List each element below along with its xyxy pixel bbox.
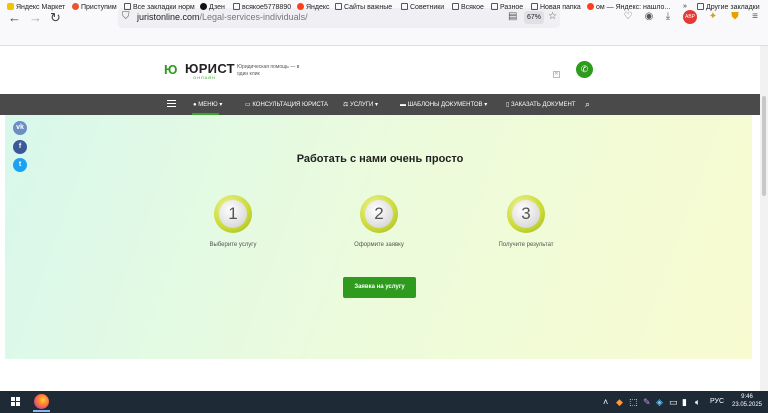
step-1-badge: 1 <box>214 195 252 233</box>
step-2-label: Оформите заявку <box>354 242 404 248</box>
logo-text[interactable]: ЮРИСТ <box>185 61 235 76</box>
bookmark-item[interactable]: Разное <box>491 3 523 11</box>
url-path: /Legal-services-individuals/ <box>199 12 308 22</box>
tray-display-icon[interactable]: ▭ <box>669 397 678 408</box>
menu-icon[interactable]: ≡ <box>748 10 762 24</box>
windows-start-icon[interactable] <box>11 397 20 406</box>
back-icon[interactable]: ← <box>8 10 21 26</box>
site-header <box>0 46 760 94</box>
firefox-icon[interactable] <box>34 394 49 409</box>
bookmarks-bar <box>0 30 768 46</box>
nav-services[interactable]: ⚖ УСЛУГИ ▾ <box>343 101 378 108</box>
volume-icon[interactable]: 🔈︎ <box>695 397 700 408</box>
tagline: Юридическая помощь — в один клик <box>237 64 300 77</box>
step-1-label: Выберите услугу <box>209 242 257 248</box>
reload-icon[interactable]: ↻ <box>50 10 61 26</box>
bookmark-item[interactable]: Всякое <box>452 3 484 11</box>
bookmark-item[interactable]: Яндекс <box>297 3 330 11</box>
nav-consultation[interactable]: ▭ КОНСУЛЬТАЦИЯ ЮРИСТА <box>245 101 328 108</box>
facebook-icon[interactable]: f <box>13 140 27 154</box>
battery-icon[interactable]: ▮ <box>682 397 687 408</box>
bookmark-item[interactable]: Советники <box>401 3 444 11</box>
nav-menu[interactable]: ● МЕНЮ ▾ <box>193 101 222 108</box>
bookmark-item[interactable]: Новая папка <box>531 3 581 11</box>
step-2-badge: 2 <box>360 195 398 233</box>
reader-view-icon[interactable]: ▤ <box>508 11 517 22</box>
ad-close-icon[interactable]: ✕ <box>553 71 560 78</box>
phone-icon[interactable]: ✆ <box>576 61 593 78</box>
downloads-icon[interactable]: ⤓ <box>661 10 675 24</box>
bookmark-item[interactable]: Яндекс Маркет <box>7 3 65 11</box>
extension-icon[interactable]: ✦ <box>706 10 720 24</box>
bookmark-item[interactable]: Дзен <box>200 3 225 11</box>
bookmark-item[interactable]: Все закладки норм <box>124 3 195 11</box>
other-bookmarks[interactable]: Другие закладки <box>697 3 760 11</box>
tray-app-icon[interactable]: ◆ <box>616 397 623 408</box>
adblock-icon[interactable]: ABP <box>683 10 697 24</box>
step-3-badge: 3 <box>507 195 545 233</box>
bookmark-star-icon[interactable]: ☆ <box>548 11 557 22</box>
step-number: 1 <box>219 200 247 228</box>
tray-expand-icon[interactable]: ˄ <box>603 397 608 407</box>
bookmark-item[interactable]: Сайты важные <box>335 3 392 11</box>
scrollbar-thumb[interactable] <box>762 96 766 196</box>
search-icon[interactable]: ⌕ <box>585 99 590 110</box>
tray-app2-icon[interactable]: ◈ <box>656 397 663 408</box>
shield-icon[interactable]: ⛉ <box>122 11 130 22</box>
steps-section <box>5 115 752 359</box>
bookmark-item[interactable]: ом — Яндекс: нашло... <box>587 3 670 11</box>
main-nav <box>0 94 760 115</box>
language-indicator[interactable]: РУС <box>710 398 724 405</box>
bookmark-item[interactable]: Приступим <box>72 3 117 11</box>
clock[interactable]: 9:46 23.05.2025 <box>731 393 763 409</box>
step-number: 3 <box>512 200 540 228</box>
nav-templates[interactable]: ▬ ШАБЛОНЫ ДОКУМЕНТОВ ▾ <box>400 101 487 108</box>
tray-pen-icon[interactable]: ✎ <box>643 397 651 408</box>
request-service-button[interactable]: Заявка на услугу <box>343 277 416 298</box>
clock-time: 9:46 <box>741 394 753 400</box>
bookmark-item[interactable]: всякое5778890 <box>233 3 291 11</box>
active-app-indicator <box>33 410 50 412</box>
clock-date: 23.05.2025 <box>731 402 763 408</box>
bookmarks-overflow[interactable]: » <box>683 3 687 10</box>
step-3-label: Получите результат <box>498 242 554 248</box>
page-scrollbar[interactable] <box>760 46 768 391</box>
shield-extension-icon[interactable]: ⛊ <box>728 10 742 24</box>
taskbar <box>0 391 768 413</box>
logo-mark[interactable]: Ю <box>164 62 177 77</box>
pocket-icon[interactable]: ♡ <box>621 10 635 24</box>
nav-order-document[interactable]: ▯ ЗАКАЗАТЬ ДОКУМЕНТ <box>506 101 576 108</box>
vk-icon[interactable]: vk <box>13 121 27 135</box>
logo-subtitle: ОНЛАЙН <box>193 75 217 80</box>
tray-screenshot-icon[interactable]: ⬚ <box>629 397 638 408</box>
step-number: 2 <box>365 200 393 228</box>
url-domain: juristonline.com <box>137 12 200 22</box>
zoom-badge[interactable]: 67% <box>524 11 544 24</box>
url-text[interactable]: juristonline.com/Legal-services-individu… <box>137 12 308 22</box>
hamburger-icon[interactable] <box>167 100 176 107</box>
forward-icon[interactable]: → <box>29 10 42 26</box>
section-headline: Работать с нами очень просто <box>296 153 464 165</box>
account-icon[interactable]: ◉ <box>642 10 656 24</box>
